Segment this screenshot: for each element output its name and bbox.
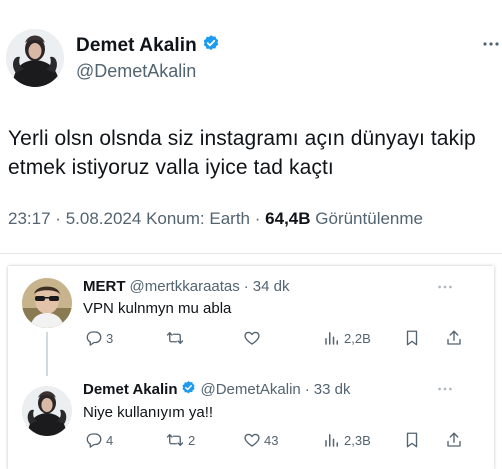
tweet-date[interactable]: 5.08.2024 <box>66 209 142 228</box>
share-icon <box>447 432 461 447</box>
reply-author-name[interactable]: MERT <box>83 278 126 295</box>
comment-icon <box>86 331 102 346</box>
reply-avatar[interactable] <box>22 386 72 436</box>
thread-line <box>46 332 48 376</box>
divider <box>0 253 502 254</box>
share-button[interactable] <box>445 431 463 449</box>
reply-author-handle[interactable]: @mertkkaraatas <box>130 278 240 295</box>
views-chart-icon <box>325 434 338 447</box>
retweet-button[interactable]: 2 <box>165 431 195 449</box>
share-button[interactable] <box>445 329 463 347</box>
heart-icon <box>244 331 260 345</box>
reply-item[interactable]: Demet Akalin @DemetAkalin · 33 dk Niye k… <box>8 374 494 469</box>
reply-time-separator: · <box>243 278 249 295</box>
reply-time[interactable]: 34 dk <box>253 278 290 295</box>
avatar-image <box>6 29 64 87</box>
reply-button[interactable]: 4 <box>85 431 113 449</box>
share-icon <box>447 330 461 345</box>
reply-avatar[interactable] <box>22 278 72 328</box>
reply-actions: 3 2,2B <box>83 329 473 349</box>
heart-icon <box>244 433 260 447</box>
retweet-icon <box>166 332 184 344</box>
avatar-image <box>22 278 72 328</box>
views-count[interactable]: 64,4B <box>265 209 310 228</box>
avatar-image <box>22 386 72 436</box>
verified-badge-icon <box>181 380 196 399</box>
verified-badge-icon <box>202 34 220 57</box>
reply-item[interactable]: MERT @mertkkaraatas · 34 dk VPN kulnmyn … <box>8 266 494 376</box>
replies-card: MERT @mertkkaraatas · 34 dk VPN kulnmyn … <box>8 266 494 469</box>
bookmark-button[interactable] <box>403 329 421 347</box>
tweet-text: Yerli olsn olsnda siz instagramı açın dü… <box>8 127 476 179</box>
reply-header: MERT @mertkkaraatas · 34 dk <box>83 278 289 295</box>
bookmark-icon <box>406 330 418 346</box>
views-button[interactable]: 2,3B <box>323 431 371 449</box>
reply-time-separator: · <box>304 381 310 398</box>
reply-text: VPN kulnmyn mu abla <box>83 300 232 317</box>
author-name[interactable]: Demet Akalin <box>76 35 197 57</box>
reply-button[interactable]: 3 <box>85 329 113 347</box>
retweet-button[interactable] <box>165 329 188 347</box>
views-label: Görüntülenme <box>315 209 423 228</box>
author-avatar[interactable] <box>6 29 64 87</box>
author-name-row: Demet Akalin <box>76 34 220 57</box>
comment-icon <box>86 433 102 448</box>
reply-time[interactable]: 33 dk <box>314 381 351 398</box>
like-count: 43 <box>264 432 279 448</box>
reply-count: 3 <box>106 330 114 346</box>
bookmark-icon <box>406 432 418 448</box>
reply-author-handle[interactable]: @DemetAkalin <box>200 381 300 398</box>
tweet-location: Konum: Earth <box>146 209 251 228</box>
views-count: 2,3B <box>344 432 371 448</box>
like-button[interactable] <box>243 329 264 347</box>
reply-author-name[interactable]: Demet Akalin <box>83 381 177 398</box>
reply-actions: 4 2 43 2,3B <box>83 431 473 451</box>
tweet-time[interactable]: 23:17 <box>8 209 51 228</box>
retweet-icon <box>166 434 184 446</box>
meta-separator: · <box>55 209 61 228</box>
main-tweet: Demet Akalin @DemetAkalin Yerli olsn ols… <box>0 0 502 257</box>
more-dots-icon[interactable] <box>436 380 454 403</box>
reply-count: 4 <box>106 432 114 448</box>
reply-header: Demet Akalin @DemetAkalin · 33 dk <box>83 380 350 399</box>
meta-separator: · <box>254 209 261 228</box>
views-chart-icon <box>325 332 338 345</box>
views-count: 2,2B <box>344 330 371 346</box>
author-handle[interactable]: @DemetAkalin <box>76 61 196 82</box>
more-dots-icon[interactable] <box>436 278 454 301</box>
reply-text: Niye kullanıyım ya!! <box>83 404 214 421</box>
more-dots-icon[interactable] <box>481 34 501 59</box>
retweet-count: 2 <box>188 432 196 448</box>
bookmark-button[interactable] <box>403 431 421 449</box>
like-button[interactable]: 43 <box>243 431 278 449</box>
tweet-meta: 23:17 · 5.08.2024 Konum: Earth · 64,4B G… <box>8 209 423 229</box>
views-button[interactable]: 2,2B <box>323 329 371 347</box>
